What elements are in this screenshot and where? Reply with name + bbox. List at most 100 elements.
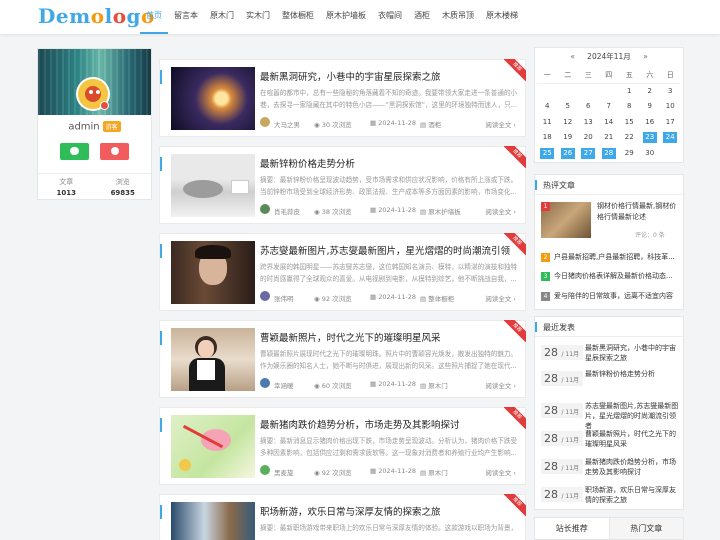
calendar-day[interactable]: 8 <box>619 99 640 115</box>
nav-item-guestbook[interactable]: 留言本 <box>168 0 204 34</box>
read-more-link[interactable]: 阅读全文 › <box>485 293 516 303</box>
hot-first-title[interactable]: 钢材价格行情最新,钢材价格行情最新论述 <box>597 201 679 223</box>
nav-item-stairs[interactable]: 原木楼梯 <box>480 0 524 34</box>
read-more-link[interactable]: 阅读全文 › <box>485 206 516 216</box>
article-title[interactable]: 苏志燮最新图片,苏志燮最新图片，星光熠熠的时尚潮流引领者 <box>260 243 510 257</box>
article-thumbnail[interactable] <box>171 154 255 217</box>
recommend-ribbon: 推荐 <box>504 494 526 516</box>
article-title[interactable]: 职场新游，欢乐日常与深厚友情的探索之旅 <box>260 504 510 518</box>
weibo-button[interactable] <box>100 143 129 160</box>
post-category[interactable]: ▤ 原木护墙板 <box>420 206 461 216</box>
calendar-day[interactable]: 13 <box>578 115 599 131</box>
calendar-day[interactable]: 7 <box>599 99 620 115</box>
read-more-link[interactable]: 阅读全文 › <box>485 119 516 129</box>
list-item[interactable]: 3 今日猪肉价格表详解及最新价格动态... <box>541 271 681 283</box>
article-card[interactable]: 最新锌粉价格走势分析 摘要：最新锌粉价格呈现波动趋势，受市场需求和供应状况影响，… <box>159 146 526 224</box>
calendar-day[interactable]: 28 <box>599 146 620 162</box>
calendar-day[interactable]: 19 <box>558 130 579 146</box>
article-thumbnail[interactable] <box>171 67 255 130</box>
calendar-day[interactable]: 20 <box>578 130 599 146</box>
recent-post-title[interactable]: 最新黑洞研究，小巷中的宇宙星辰探索之旅 <box>585 343 681 364</box>
recent-post-title[interactable]: 苏志燮最新图片,苏志燮最新图片，星光熠熠的时尚潮流引领者 <box>585 401 681 432</box>
calendar-day[interactable]: 11 <box>537 115 558 131</box>
nav-item-solid-door[interactable]: 实木门 <box>240 0 276 34</box>
read-more-link[interactable]: 阅读全文 › <box>485 380 516 390</box>
author-name[interactable]: 大马之男 <box>274 119 300 129</box>
calendar-prev-button[interactable]: « <box>560 52 585 61</box>
post-category[interactable]: ▤ 酒柜 <box>420 119 441 129</box>
list-item[interactable]: 28 / 11月 最新锌粉价格走势分析 <box>541 369 681 391</box>
calendar-day[interactable]: 25 <box>537 146 558 162</box>
profile-card: admin 游客 文章 1013 浏览 69835 <box>37 48 152 200</box>
article-excerpt: 在喧嚣的都市中，总有一些隐秘的角落藏着不知的奇迹。我要带领大家走进一条普通的小巷… <box>260 89 518 109</box>
calendar-day[interactable]: 23 <box>640 130 661 146</box>
article-title[interactable]: 曹颖最新照片，时代之光下的璀璨明星风采 <box>260 330 510 344</box>
calendar-day[interactable]: 9 <box>640 99 661 115</box>
author-name[interactable]: 张伟明 <box>274 293 294 303</box>
list-item[interactable]: 28 / 11月 苏志燮最新图片,苏志燮最新图片，星光熠熠的时尚潮流引领者 <box>541 401 681 430</box>
read-more-link[interactable]: 阅读全文 › <box>485 467 516 477</box>
calendar-day[interactable]: 29 <box>619 146 640 162</box>
article-card[interactable]: 最新黑洞研究，小巷中的宇宙星辰探索之旅 在喧嚣的都市中，总有一些隐秘的角落藏着不… <box>159 59 526 137</box>
nav-item-cloakroom[interactable]: 衣帽间 <box>372 0 408 34</box>
nav-item-home[interactable]: 首页 <box>140 0 168 34</box>
list-item[interactable]: 28 / 11月 最新黑洞研究，小巷中的宇宙星辰探索之旅 <box>541 343 681 365</box>
calendar-day[interactable]: 27 <box>578 146 599 162</box>
nav-item-log-door[interactable]: 原木门 <box>204 0 240 34</box>
list-item[interactable]: 28 / 11月 曹颖最新照片，时代之光下的璀璨明星风采 <box>541 429 681 451</box>
article-thumbnail[interactable] <box>171 241 255 304</box>
calendar-day[interactable]: 5 <box>558 99 579 115</box>
calendar-day[interactable]: 15 <box>619 115 640 131</box>
calendar-day[interactable]: 18 <box>537 130 558 146</box>
wechat-icon <box>70 147 79 155</box>
article-title[interactable]: 最新黑洞研究，小巷中的宇宙星辰探索之旅 <box>260 69 510 83</box>
list-item[interactable]: 28 / 11月 最新猪肉跌价趋势分析，市场走势及其影响探讨 <box>541 457 681 479</box>
tab-popular[interactable]: 热门文章 <box>608 518 683 539</box>
calendar-day[interactable]: 2 <box>640 84 661 100</box>
post-category[interactable]: ▤ 整体橱柜 <box>420 293 454 303</box>
calendar-next-button[interactable]: » <box>633 52 658 61</box>
article-card[interactable]: 职场新游，欢乐日常与深厚友情的探索之旅 摘要：最新职场游戏带来职场上的欢乐日常与… <box>159 494 526 540</box>
calendar-day[interactable]: 26 <box>558 146 579 162</box>
calendar-day[interactable]: 12 <box>558 115 579 131</box>
list-item[interactable]: 2 户县最新招聘,户县最新招聘，科技革... <box>541 252 681 264</box>
nav-item-cabinet[interactable]: 整体橱柜 <box>276 0 320 34</box>
calendar-day[interactable]: 21 <box>599 130 620 146</box>
article-title[interactable]: 最新猪肉跌价趋势分析，市场走势及其影响探讨 <box>260 417 510 431</box>
calendar-day[interactable]: 4 <box>537 99 558 115</box>
article-card[interactable]: 最新猪肉跌价趋势分析，市场走势及其影响探讨 摘要：最新消息显示猪肉价格出现下跌，… <box>159 407 526 485</box>
article-thumbnail[interactable] <box>171 415 255 478</box>
calendar-day[interactable]: 17 <box>660 115 681 131</box>
calendar-day[interactable]: 30 <box>640 146 661 162</box>
tab-recommended[interactable]: 站长推荐 <box>535 518 609 539</box>
calendar-day[interactable]: 22 <box>619 130 640 146</box>
article-card[interactable]: 苏志燮最新图片,苏志燮最新图片，星光熠熠的时尚潮流引领者 跨界发展的韩国明星——… <box>159 233 526 311</box>
calendar-day[interactable]: 1 <box>619 84 640 100</box>
nav-item-wall-panel[interactable]: 原木护墙板 <box>320 0 372 34</box>
recent-post-title[interactable]: 曹颖最新照片，时代之光下的璀璨明星风采 <box>585 429 681 450</box>
article-card[interactable]: 曹颖最新照片，时代之光下的璀璨明星风采 曹颖最新照片展现时代之光下的璀璨明珠。照… <box>159 320 526 398</box>
calendar-day[interactable]: 16 <box>640 115 661 131</box>
calendar-day[interactable]: 14 <box>599 115 620 131</box>
site-logo[interactable]: Demologo <box>38 4 155 28</box>
list-item[interactable]: 28 / 11月 职场新游，欢乐日常与深厚友情的探索之旅 <box>541 485 681 507</box>
wechat-button[interactable] <box>60 143 89 160</box>
nav-item-ceiling[interactable]: 木质吊顶 <box>436 0 480 34</box>
post-category[interactable]: ▤ 原木门 <box>420 467 448 477</box>
calendar-day[interactable]: 10 <box>660 99 681 115</box>
list-item[interactable]: 4 爱与陪伴的日常故事，远离不适宜内容 <box>541 291 681 303</box>
nav-item-wine-cabinet[interactable]: 酒柜 <box>408 0 436 34</box>
recent-post-title[interactable]: 最新锌粉价格走势分析 <box>585 369 681 390</box>
article-thumbnail[interactable] <box>171 502 255 540</box>
calendar-day[interactable]: 24 <box>660 130 681 146</box>
recent-post-title[interactable]: 最新猪肉跌价趋势分析，市场走势及其影响探讨 <box>585 457 681 478</box>
author-name[interactable]: 幸涵暖 <box>274 380 294 390</box>
recent-post-title[interactable]: 职场新游，欢乐日常与深厚友情的探索之旅 <box>585 485 681 506</box>
article-thumbnail[interactable] <box>171 328 255 391</box>
calendar-day[interactable]: 3 <box>660 84 681 100</box>
post-category[interactable]: ▤ 原木门 <box>420 380 448 390</box>
article-title[interactable]: 最新锌粉价格走势分析 <box>260 156 510 170</box>
author-name[interactable]: 肖毛蒜皮 <box>274 206 300 216</box>
calendar-day[interactable]: 6 <box>578 99 599 115</box>
author-name[interactable]: 黑麦旋 <box>274 467 294 477</box>
